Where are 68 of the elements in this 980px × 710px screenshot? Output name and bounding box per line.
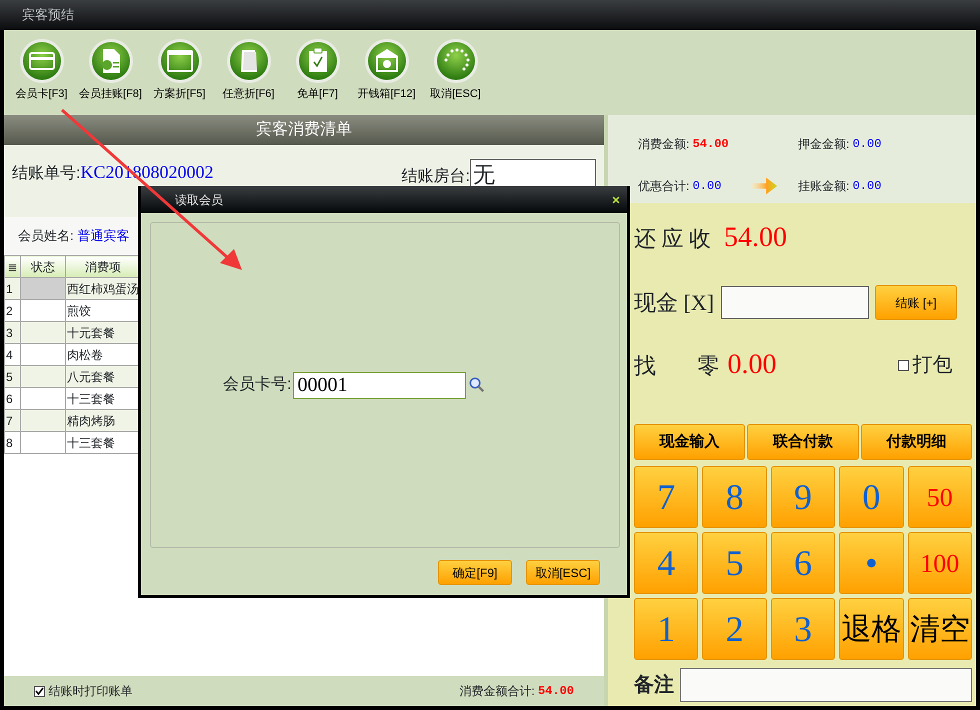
cash-input[interactable] xyxy=(720,286,869,319)
dialog-button[interactable]: 取消[ESC] xyxy=(526,560,600,585)
change-label: 找 零 xyxy=(634,352,720,380)
row-number: 8 xyxy=(4,432,20,454)
document-icon xyxy=(88,38,134,84)
row-number: 1 xyxy=(4,278,20,300)
list-icon xyxy=(7,262,18,273)
row-number: 5 xyxy=(4,366,20,388)
keypad-key[interactable]: 退格 xyxy=(839,598,904,660)
column-header: 状态 xyxy=(20,256,66,278)
window-icon xyxy=(156,38,202,84)
close-icon xyxy=(611,194,621,204)
amount-due: 54.00 xyxy=(724,221,787,255)
toolbar-button[interactable]: 会员卡[F3] xyxy=(10,38,73,115)
bill-number-label: 结账单号: xyxy=(12,164,80,184)
column-header: 消费项 xyxy=(66,256,140,278)
room-label: 结账房台: xyxy=(402,166,470,187)
summary-label: 挂账金额: xyxy=(798,178,850,194)
toolbar-button[interactable]: 开钱箱[F12] xyxy=(355,38,418,115)
amount-due-label: 还 应 收 xyxy=(634,224,711,252)
toolbar-button[interactable]: 免单[F7] xyxy=(286,38,349,115)
card-icon xyxy=(18,38,64,84)
table-cell: 精肉烤肠 xyxy=(66,410,140,432)
summary-value: 0.00 xyxy=(692,178,722,194)
payment-tab[interactable]: 现金输入 xyxy=(634,424,746,460)
dialog-title: 读取会员 xyxy=(175,192,223,208)
total-amount: 54.00 xyxy=(538,683,574,700)
row-number: 7 xyxy=(4,410,20,432)
bank-icon xyxy=(364,38,410,84)
pack-checkbox[interactable]: 打包 xyxy=(898,350,952,380)
summary-value: 54.00 xyxy=(692,136,729,152)
paper-icon xyxy=(226,38,272,84)
dialog-button[interactable]: 确定[F9] xyxy=(438,560,512,585)
table-cell: 西红柿鸡蛋汤 xyxy=(66,278,140,300)
change-amount: 0.00 xyxy=(728,348,776,382)
payment-tab[interactable]: 付款明细 xyxy=(860,424,972,460)
checkmark-icon xyxy=(35,686,44,696)
panel-title: 宾客消费清单 xyxy=(256,120,352,140)
member-name: 普通宾客 xyxy=(78,227,130,246)
summary-value: 0.00 xyxy=(852,178,882,194)
keypad-key[interactable]: 清空 xyxy=(908,598,972,660)
cash-label: 现金 [X] xyxy=(634,289,714,317)
window-title: 宾客预结 xyxy=(22,6,74,24)
toolbar-button[interactable]: 会员挂账[F8] xyxy=(79,38,142,115)
search-icon xyxy=(468,376,486,394)
clipboard-icon xyxy=(294,38,340,84)
payment-tab[interactable]: 联合付款 xyxy=(747,424,859,460)
toolbar-button[interactable]: 任意折[F6] xyxy=(217,38,280,115)
summary-label: 优惠合计: xyxy=(638,178,690,194)
table-cell: 十元套餐 xyxy=(66,322,140,344)
note-label: 备注 xyxy=(634,672,674,698)
room-field[interactable]: 无 xyxy=(470,159,596,189)
card-number-field[interactable]: 00001 xyxy=(293,372,466,398)
field-label: 会员卡号: xyxy=(223,374,292,395)
summary-label: 消费金额: xyxy=(638,136,690,152)
dotted-circle-icon xyxy=(432,38,478,84)
table-cell: 八元套餐 xyxy=(66,366,140,388)
member-label: 会员姓名: xyxy=(18,227,74,246)
row-number: 3 xyxy=(4,322,20,344)
note-input[interactable] xyxy=(680,668,972,702)
summary-label: 押金金额: xyxy=(798,136,850,152)
print-bill-checkbox[interactable]: 结账时打印账单 xyxy=(34,682,132,700)
summary-value: 0.00 xyxy=(852,136,882,152)
checkout-button[interactable]: 结账 [+] xyxy=(875,285,958,320)
toolbar-button[interactable]: 方案折[F5] xyxy=(148,38,211,115)
toolbar-button[interactable]: 取消[ESC] xyxy=(424,38,487,115)
keypad-key[interactable]: 7 xyxy=(634,466,698,528)
total-label: 消费金额合计: xyxy=(459,683,535,700)
